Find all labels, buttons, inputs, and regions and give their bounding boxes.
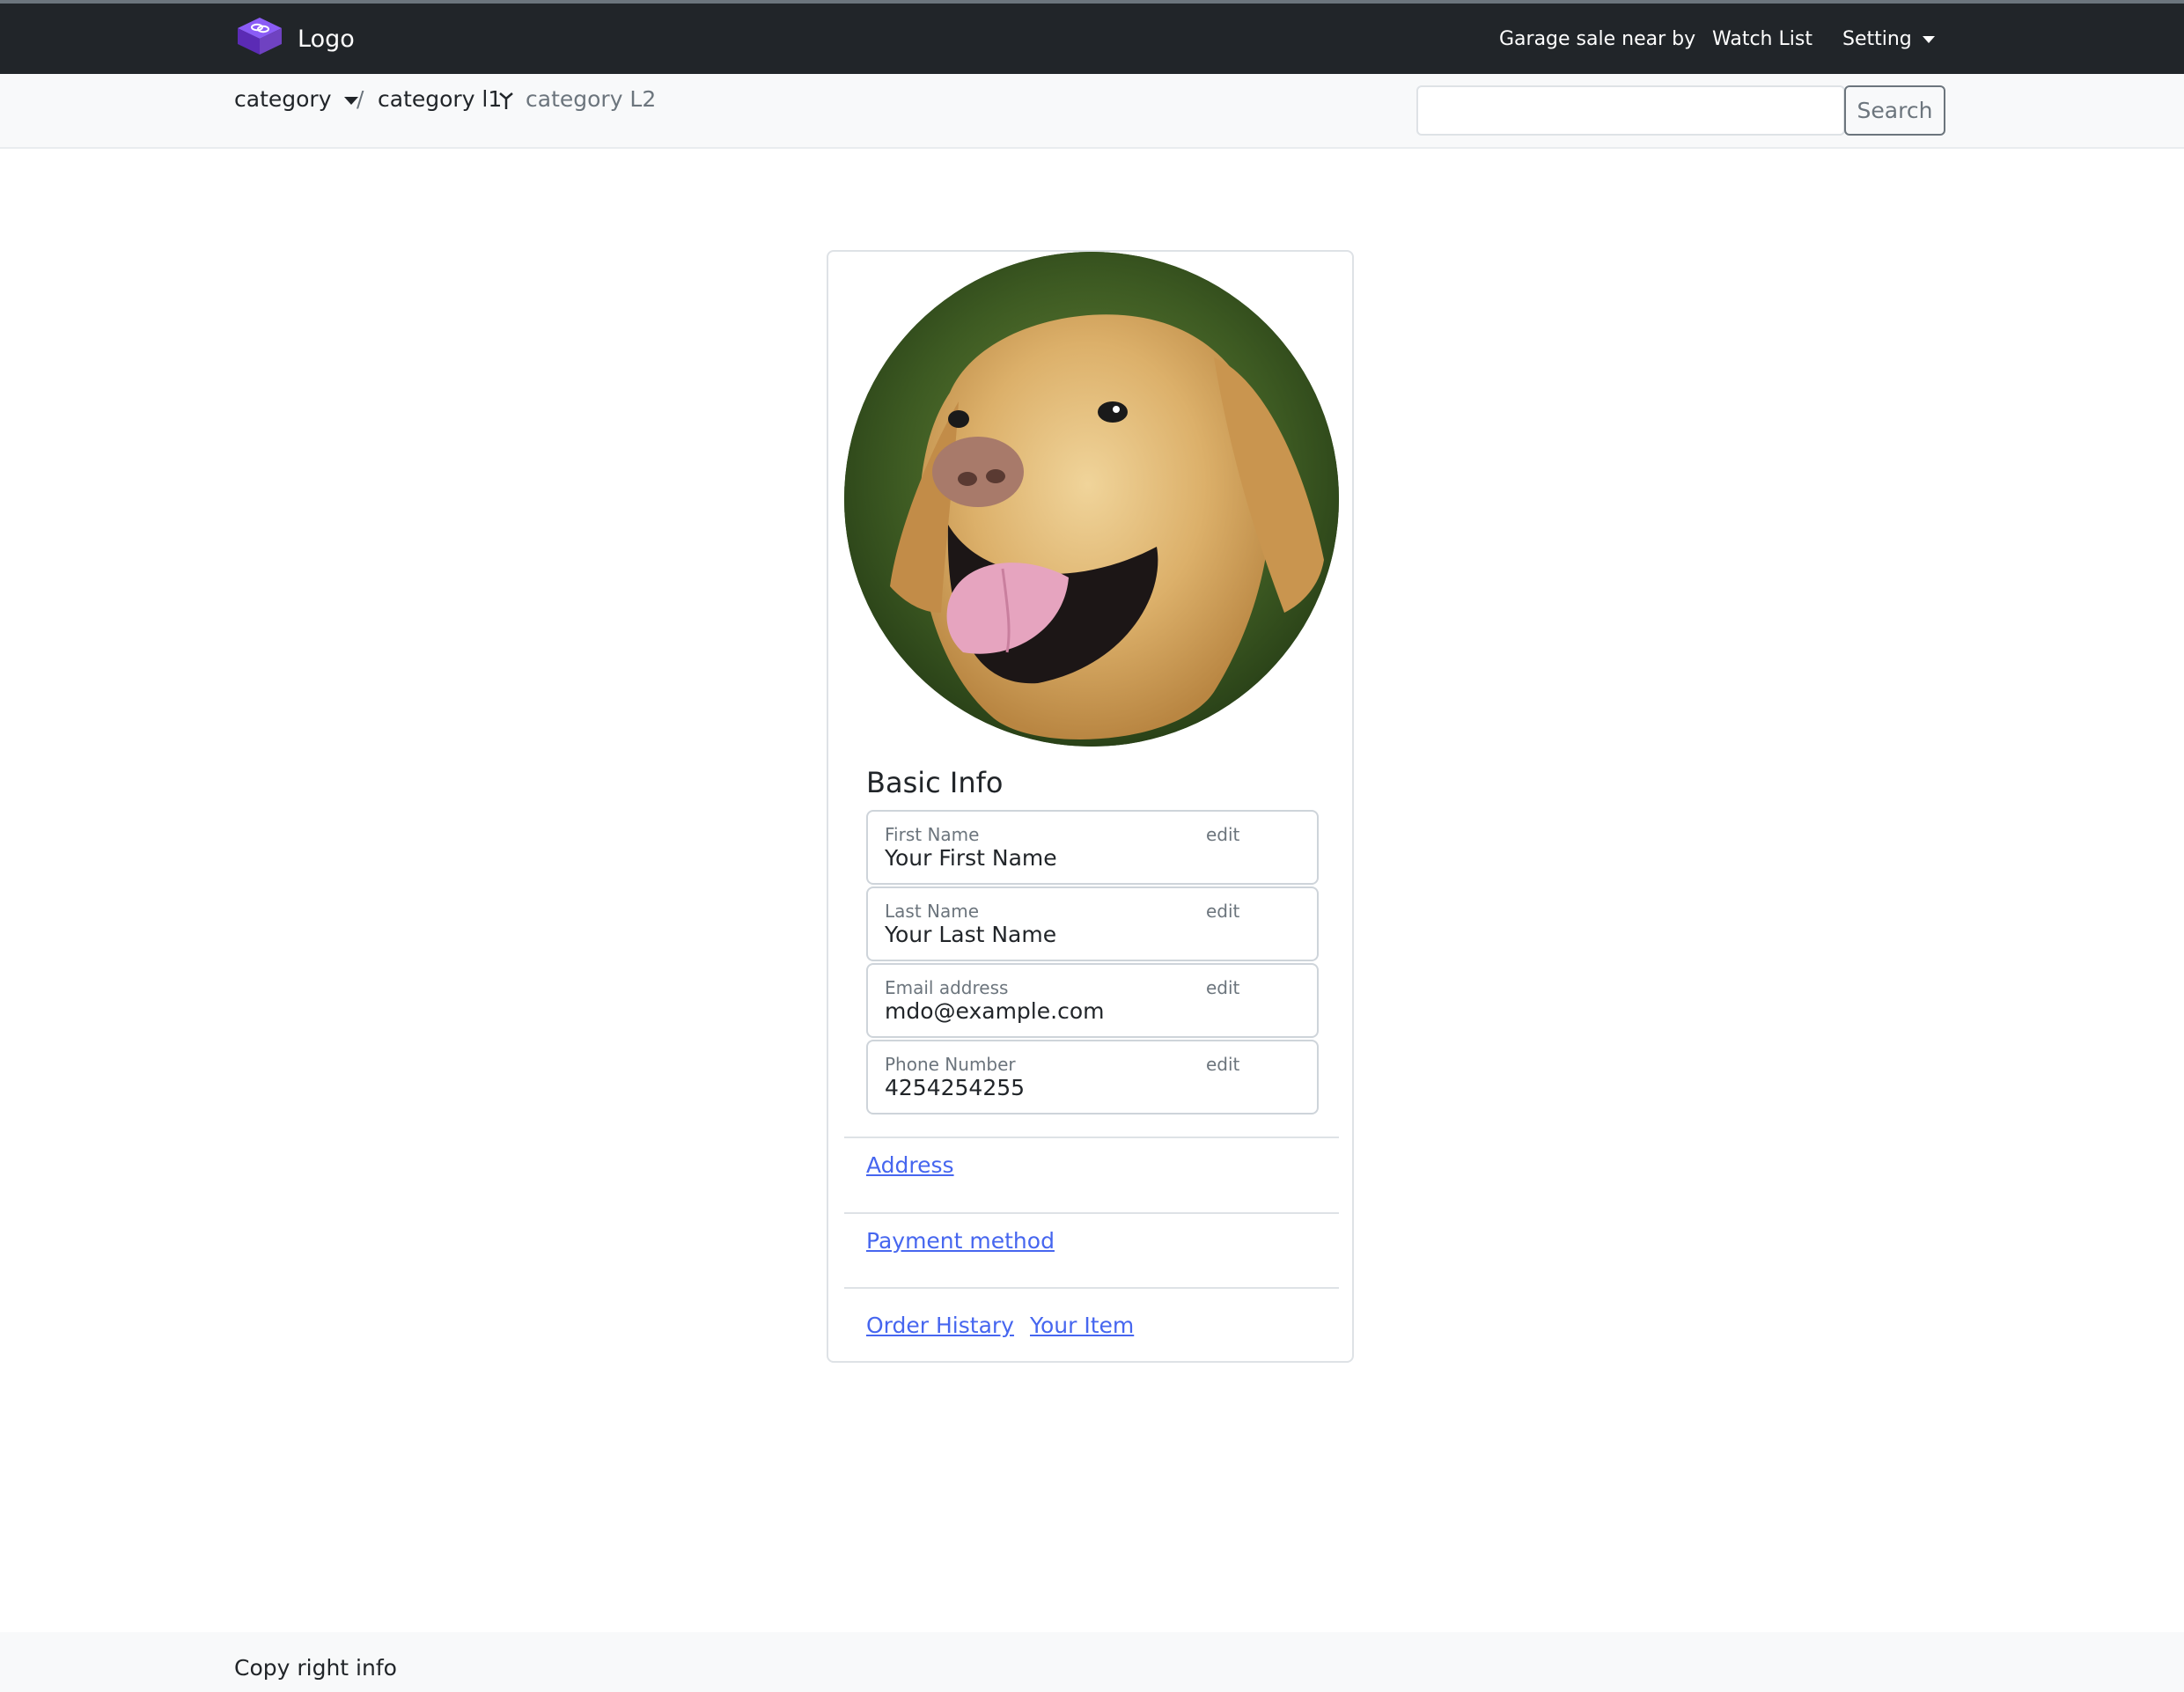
breadcrumb-category-l1[interactable]: category l1 [378,86,502,112]
profile-avatar[interactable] [844,252,1339,747]
divider [844,1212,1339,1214]
edit-first-name-link[interactable]: edit [1206,824,1239,845]
breadcrumb-category-label: category [234,86,332,112]
field-label: Phone Number [885,1054,1016,1075]
edit-last-name-link[interactable]: edit [1206,901,1239,922]
footer: Copy right info [0,1632,2184,1692]
field-label: First Name [885,824,980,845]
address-link[interactable]: Address [866,1152,954,1178]
order-history-link[interactable]: Order Histary [866,1313,1014,1338]
field-label: Email address [885,977,1009,998]
payment-method-link[interactable]: Payment method [866,1228,1055,1254]
divider [844,1287,1339,1289]
avatar-dog-image [844,252,1339,747]
copyright-text: Copy right info [234,1655,397,1681]
search-button[interactable]: Search [1844,85,1945,136]
first-name-field: First Name Your First Name edit [866,810,1319,885]
breadcrumb-category-l2: category L2 [526,86,657,112]
your-item-link[interactable]: Your Item [1030,1313,1134,1338]
field-value: 4254254255 [885,1075,1026,1100]
field-value: Your First Name [885,845,1057,871]
nav-link-garage-sale[interactable]: Garage sale near by [1499,28,1695,50]
brand-text: Logo [298,25,355,53]
field-label: Last Name [885,901,980,922]
breadcrumb-category-dropdown[interactable]: category [234,86,358,112]
field-value: mdo@example.com [885,998,1105,1024]
edit-phone-number-link[interactable]: edit [1206,1054,1239,1075]
nav-dropdown-setting[interactable]: Setting [1842,28,1935,50]
setting-label: Setting [1842,28,1912,50]
field-value: Your Last Name [885,922,1057,947]
profile-card: Basic Info First Name Your First Name ed… [827,250,1354,1363]
phone-number-field: Phone Number 4254254255 edit [866,1040,1319,1115]
last-name-field: Last Name Your Last Name edit [866,886,1319,961]
caret-down-icon [1922,36,1935,43]
search-input[interactable] [1416,85,1845,136]
brand[interactable]: Logo [234,16,355,62]
edit-email-link[interactable]: edit [1206,977,1239,998]
breadcrumb-separator: / [357,86,364,112]
basic-info-title: Basic Info [866,766,1004,799]
breadcrumb-arrow-icon [498,90,514,116]
divider [844,1137,1339,1138]
logo-icon [234,14,285,63]
nav-link-watch-list[interactable]: Watch List [1712,28,1813,50]
breadcrumb-bar: category / category l1 category L2 Searc… [0,74,2184,149]
email-field: Email address mdo@example.com edit [866,963,1319,1038]
top-navbar: Logo Garage sale near by Watch List Sett… [0,0,2184,74]
